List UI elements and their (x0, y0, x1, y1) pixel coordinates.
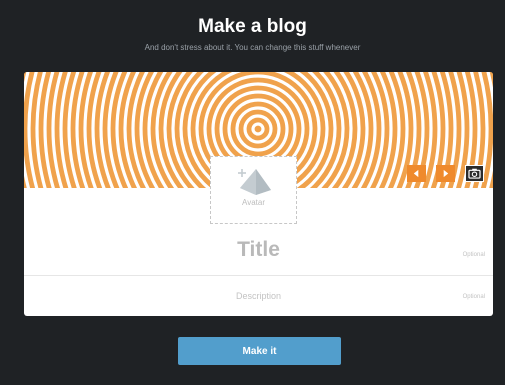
title-optional-hint: Optional (462, 252, 485, 258)
page-subtitle: And don't stress about it. You can chang… (144, 43, 361, 52)
avatar-label: Avatar (242, 198, 265, 207)
make-it-button[interactable]: Make it (178, 337, 341, 365)
arrow-right-icon (443, 169, 449, 178)
camera-icon (468, 168, 481, 179)
upload-header-image-button[interactable] (465, 165, 484, 182)
title-field[interactable]: Title Optional (24, 228, 493, 276)
previous-theme-button[interactable] (407, 165, 426, 182)
page-title: Make a blog (198, 16, 307, 37)
blog-form-card: Avatar Title Optional Description Option… (24, 72, 493, 316)
description-optional-hint: Optional (462, 294, 485, 300)
description-placeholder: Description (235, 291, 282, 301)
title-placeholder: Title (237, 238, 280, 261)
avatar-placeholder-icon (237, 169, 271, 195)
next-theme-button[interactable] (436, 165, 455, 182)
arrow-left-icon (413, 169, 419, 178)
avatar-upload[interactable]: Avatar (210, 156, 297, 224)
description-field[interactable]: Description Optional (24, 276, 493, 316)
